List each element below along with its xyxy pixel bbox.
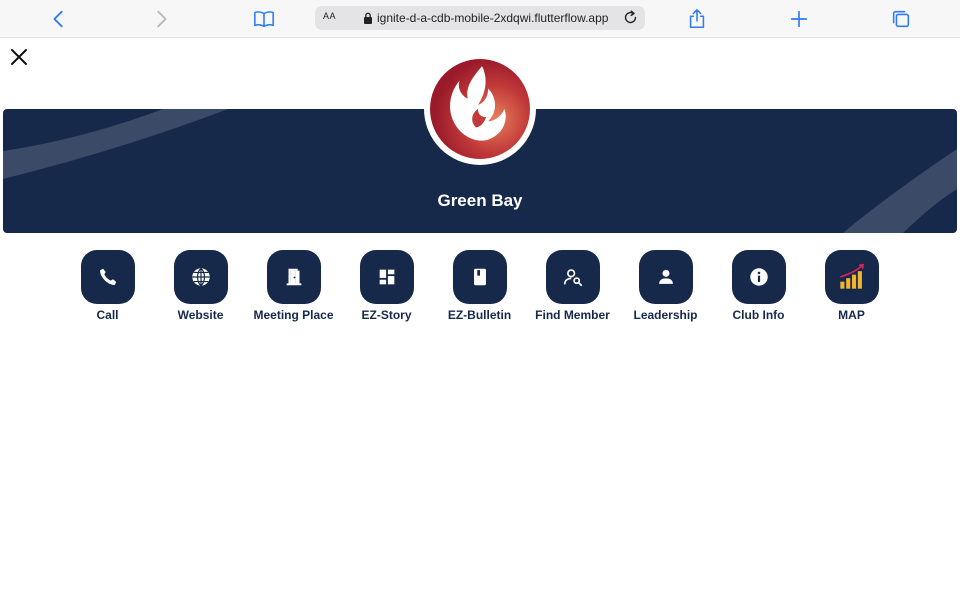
share-icon	[689, 9, 705, 29]
website-icon-button[interactable]	[173, 250, 228, 304]
growth-chart-icon	[839, 263, 864, 289]
bookmarks-button[interactable]	[252, 7, 276, 31]
club-info-icon-button[interactable]	[731, 250, 786, 304]
map-button[interactable]: MAP	[805, 250, 898, 324]
close-button[interactable]	[8, 46, 30, 68]
call-label: Call	[96, 308, 119, 322]
ez-bulletin-icon-button[interactable]	[452, 250, 507, 304]
phone-icon	[99, 268, 116, 285]
ez-story-button[interactable]: EZ-Story	[340, 250, 433, 324]
club-info-button[interactable]: Club Info	[712, 250, 805, 324]
reload-icon[interactable]	[622, 9, 639, 26]
globe-icon	[191, 267, 210, 287]
call-button[interactable]: Call	[61, 250, 154, 324]
book-open-icon	[254, 11, 274, 28]
url-text: ignite-d-a-cdb-mobile-2xdqwi.flutterflow…	[377, 11, 609, 25]
website-button[interactable]: Website	[154, 250, 247, 324]
chevron-right-icon	[157, 10, 167, 28]
meeting-place-button[interactable]: Meeting Place	[247, 250, 340, 324]
browser-toolbar: AA ignite-d-a-cdb-mobile-2xdqwi.flutterf…	[0, 0, 960, 38]
website-label: Website	[177, 308, 224, 322]
dashboard-icon	[379, 269, 394, 285]
door-icon	[286, 268, 301, 286]
leadership-button[interactable]: Leadership	[619, 250, 712, 324]
person-search-icon	[563, 269, 582, 287]
share-button[interactable]	[685, 7, 709, 31]
find-member-icon-button[interactable]	[545, 250, 600, 304]
flame-logo-icon	[430, 59, 530, 159]
forward-button[interactable]	[149, 7, 173, 31]
leadership-label: Leadership	[633, 308, 698, 322]
ez-bulletin-label: EZ-Bulletin	[447, 308, 512, 322]
find-member-label: Find Member	[535, 308, 610, 322]
plus-icon	[790, 10, 808, 28]
person-icon	[658, 269, 673, 284]
ez-story-icon-button[interactable]	[359, 250, 414, 304]
meeting-place-icon-button[interactable]	[266, 250, 321, 304]
back-button[interactable]	[47, 7, 71, 31]
club-logo	[424, 53, 536, 165]
new-tab-button[interactable]	[787, 7, 811, 31]
call-icon-button[interactable]	[80, 250, 135, 304]
club-info-label: Club Info	[732, 308, 785, 322]
book-icon	[473, 268, 486, 286]
close-icon	[11, 49, 27, 65]
map-icon-button[interactable]	[824, 250, 879, 304]
meeting-place-label: Meeting Place	[253, 308, 334, 322]
tabs-icon	[892, 10, 910, 28]
tabs-overview-button[interactable]	[889, 7, 913, 31]
ez-story-label: EZ-Story	[361, 308, 412, 322]
leadership-icon-button[interactable]	[638, 250, 693, 304]
ez-bulletin-button[interactable]: EZ-Bulletin	[433, 250, 526, 324]
map-label: MAP	[838, 308, 865, 322]
club-name: Green Bay	[437, 191, 523, 210]
address-bar[interactable]: AA ignite-d-a-cdb-mobile-2xdqwi.flutterf…	[315, 6, 645, 30]
info-icon	[749, 268, 768, 286]
text-size-button[interactable]: AA	[323, 10, 336, 22]
find-member-button[interactable]: Find Member	[526, 250, 619, 324]
lock-icon	[364, 12, 372, 24]
chevron-left-icon	[53, 10, 63, 28]
